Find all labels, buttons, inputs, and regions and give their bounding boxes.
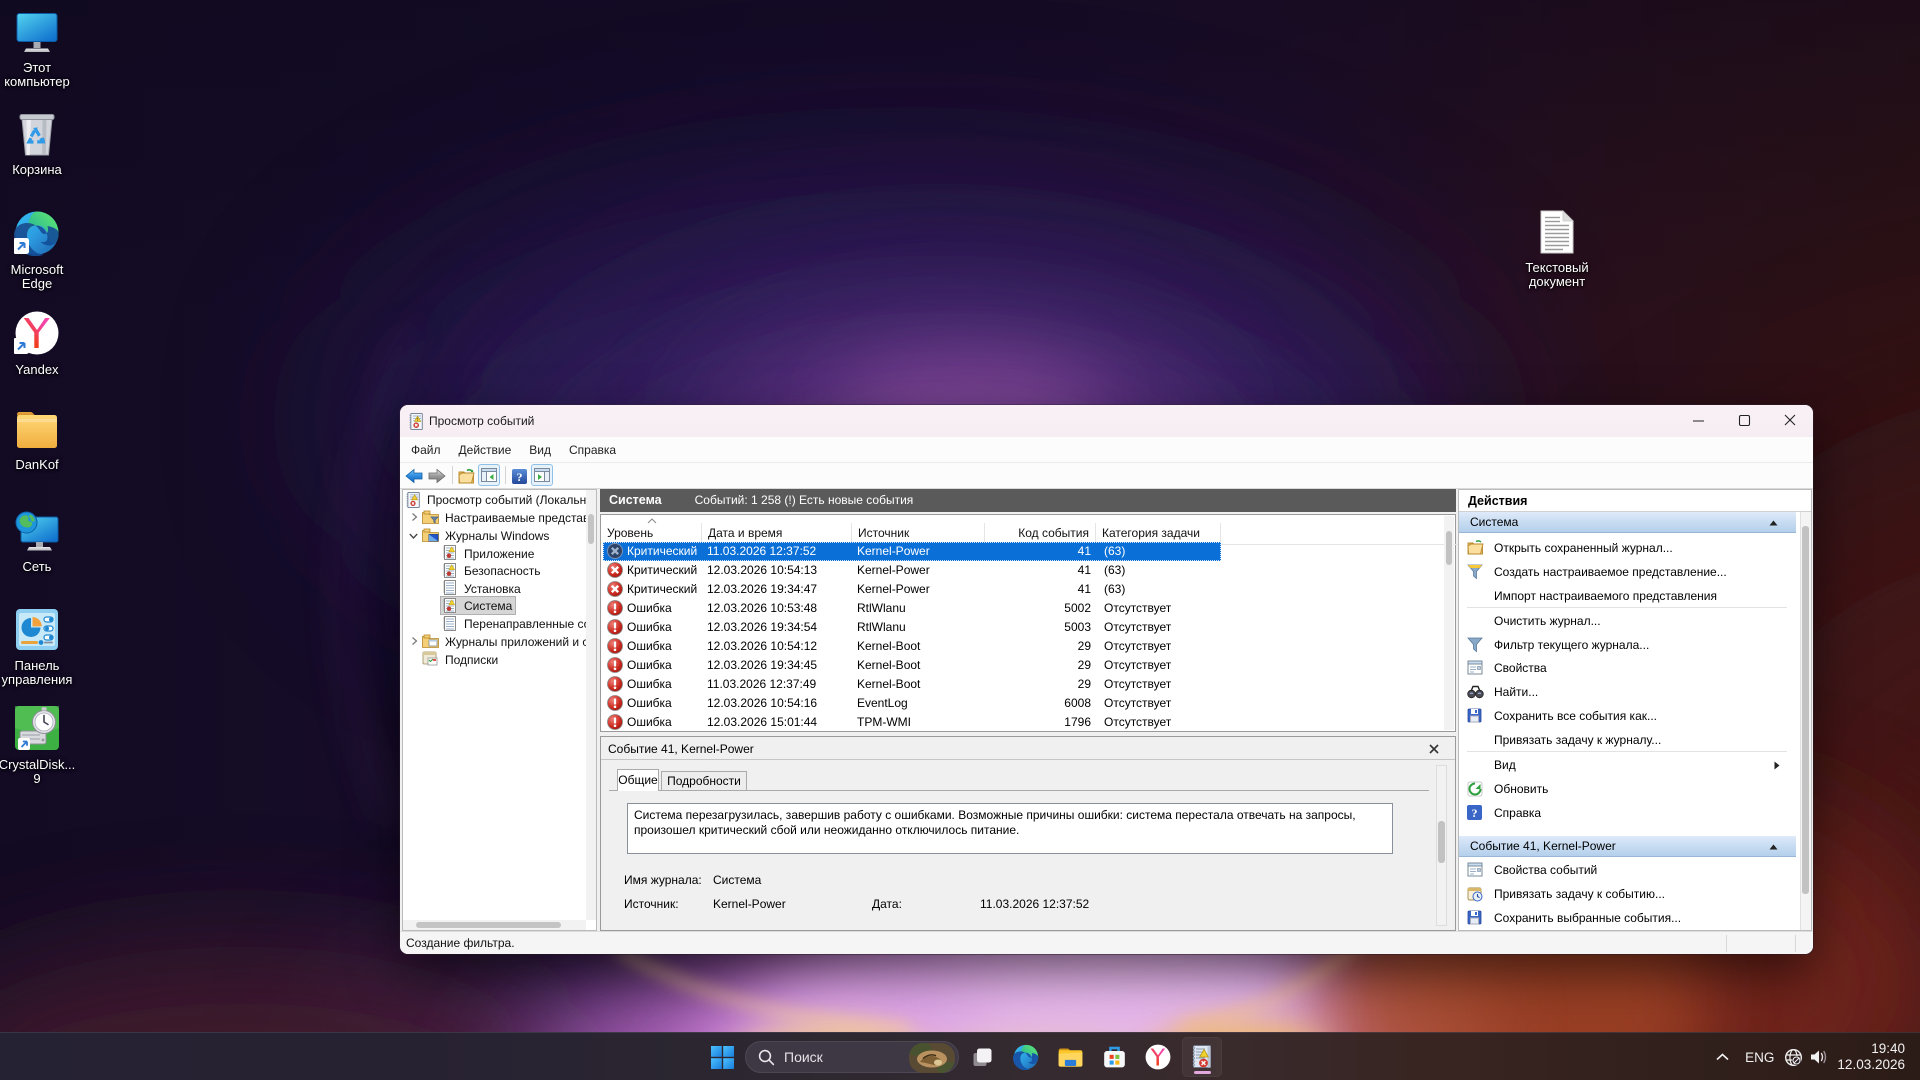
svg-text:?: ? [517, 470, 523, 484]
svg-text:?: ? [1472, 806, 1478, 820]
